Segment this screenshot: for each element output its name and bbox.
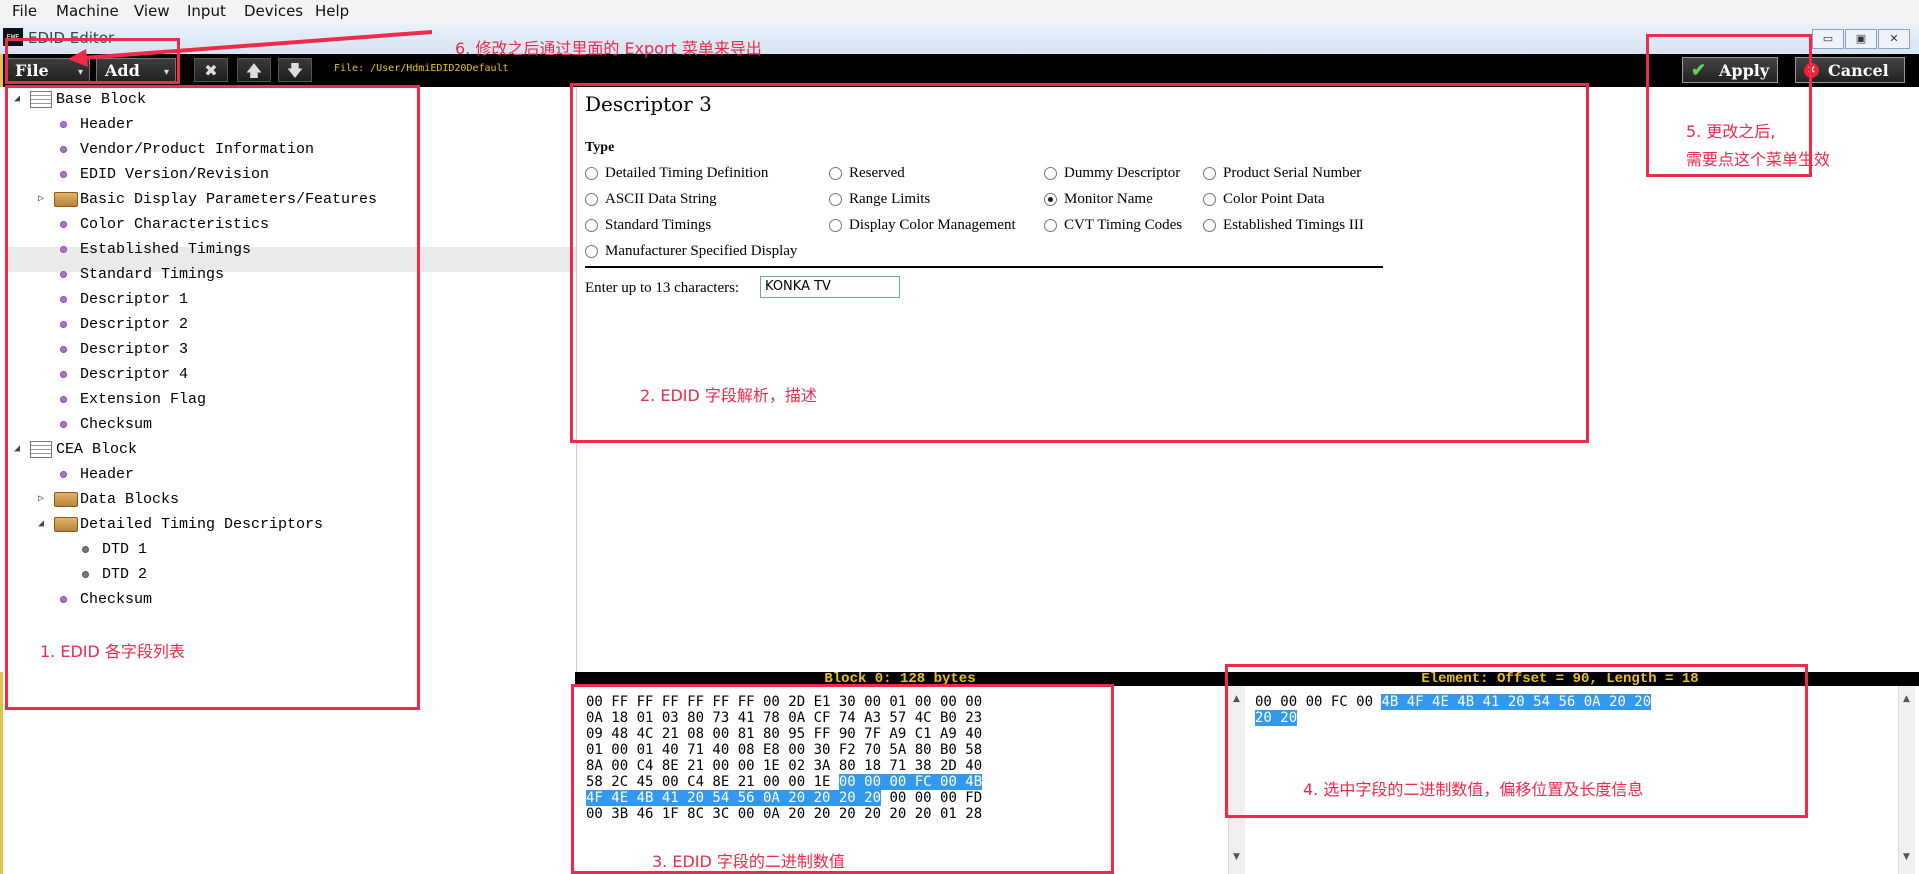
annotation-box-file	[5, 38, 180, 84]
cancel-label: Cancel	[1828, 61, 1889, 80]
menu-machine[interactable]: Machine	[56, 2, 119, 20]
menu-input[interactable]: Input	[187, 2, 226, 20]
annotation-3: 3. EDID 字段的二进制数值	[652, 852, 845, 871]
annotation-box-tree	[5, 85, 420, 710]
annotation-6: 6. 修改之后通过里面的 Export 菜单来导出	[455, 39, 762, 58]
annotation-4: 4. 选中字段的二进制数值，偏移位置及长度信息	[1303, 780, 1644, 799]
scroll-down-icon[interactable]: ▼	[1233, 852, 1240, 862]
annotation-2: 2. EDID 字段解析，描述	[640, 386, 817, 405]
close-window-button[interactable]: ✕	[1878, 29, 1910, 49]
minimize-button[interactable]: ▭	[1812, 29, 1844, 49]
annotation-1: 1. EDID 各字段列表	[40, 642, 185, 661]
move-up-icon[interactable]: 🡅	[237, 58, 271, 82]
scroll-up-icon[interactable]: ▲	[1903, 694, 1910, 704]
file-path: File: /User/HdmiEDID20Default	[334, 63, 509, 74]
window-title-bar: EWE EDID Editor ▭ ▣ ✕	[0, 24, 1919, 55]
annotation-5-line1: 5. 更改之后,	[1686, 122, 1776, 141]
annotation-box-hex	[571, 684, 1114, 874]
menu-bar: File Machine View Input Devices Help	[0, 0, 1919, 24]
delete-icon[interactable]: ✖	[194, 58, 228, 82]
maximize-button[interactable]: ▣	[1845, 29, 1877, 49]
element-scrollbar[interactable]: ▲ ▼	[1898, 686, 1915, 874]
move-down-icon[interactable]: 🡇	[278, 58, 312, 82]
scroll-down-icon[interactable]: ▼	[1903, 852, 1910, 862]
menu-devices[interactable]: Devices	[244, 2, 303, 20]
menu-help[interactable]: Help	[315, 2, 349, 20]
menu-file[interactable]: File	[12, 2, 37, 20]
annotation-5-line2: 需要点这个菜单生效	[1686, 150, 1831, 169]
menu-view[interactable]: View	[134, 2, 170, 20]
